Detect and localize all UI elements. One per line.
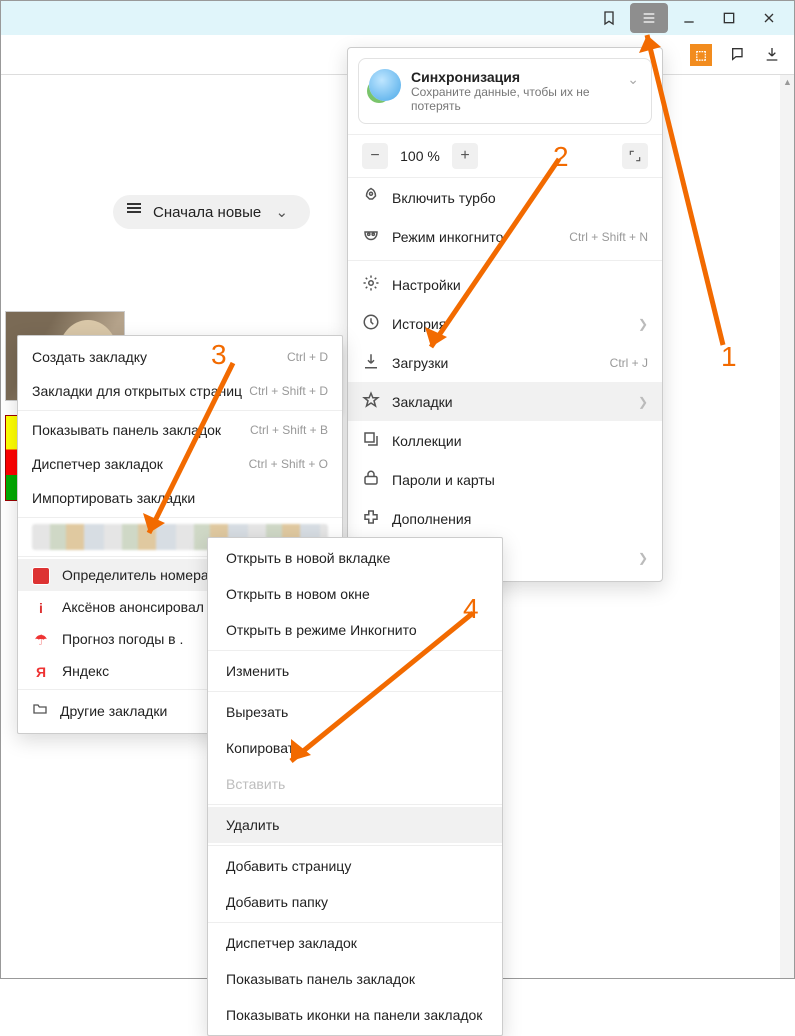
favicon: Я — [32, 663, 50, 681]
ctx-label: Открыть в новой вкладке — [226, 550, 390, 566]
ctx-label: Открыть в новом окне — [226, 586, 370, 602]
chevron-down-icon: ⌄ — [275, 204, 288, 221]
chevron-right-icon: ❯ — [638, 395, 648, 409]
ctx-label: Удалить — [226, 817, 279, 833]
umbrella-icon: ☂ — [32, 631, 50, 649]
star-icon — [362, 391, 380, 412]
gear-icon — [362, 274, 380, 295]
sort-dropdown[interactable]: Сначала новые ⌄ — [113, 195, 310, 229]
menu-key[interactable]: Пароли и карты — [348, 460, 662, 499]
ctx-row[interactable]: Удалить — [208, 807, 502, 843]
ctx-label: Показывать иконки на панели закладок — [226, 1007, 482, 1023]
menu-star[interactable]: Закладки ❯ — [348, 382, 662, 421]
clock-icon — [362, 313, 380, 334]
stack-icon — [362, 430, 380, 451]
downloads-icon[interactable] — [764, 46, 780, 65]
shortcut: Ctrl + Shift + D — [249, 384, 328, 398]
shortcut: Ctrl + J — [610, 356, 648, 370]
folder-icon — [32, 701, 48, 720]
sync-card[interactable]: Синхронизация Сохраните данные, чтобы их… — [358, 58, 652, 124]
shortcut: Ctrl + D — [287, 350, 328, 364]
menu-puzzle[interactable]: Дополнения — [348, 499, 662, 538]
annotation-4: 4 — [463, 593, 479, 625]
ctx-label: Добавить папку — [226, 894, 328, 910]
bookmarks-shortcut-icon[interactable] — [590, 3, 628, 33]
sync-title: Синхронизация — [411, 69, 617, 85]
sort-label: Сначала новые — [153, 204, 261, 221]
menu-label: Дополнения — [392, 511, 648, 527]
favicon — [32, 567, 50, 585]
menu-label: Коллекции — [392, 433, 648, 449]
ctx-row[interactable]: Показывать панель закладок — [208, 961, 502, 997]
window-close-button[interactable] — [750, 3, 788, 33]
chevron-right-icon: ❯ — [638, 551, 648, 565]
menu-label: Закладки — [392, 394, 626, 410]
ctx-row[interactable]: Добавить страницу — [208, 848, 502, 884]
shortcut: Ctrl + Shift + B — [250, 423, 328, 437]
shortcut: Ctrl + Shift + O — [249, 457, 328, 471]
ctx-row[interactable]: Добавить папку — [208, 884, 502, 920]
favicon: i — [32, 599, 50, 617]
ctx-label: Добавить страницу — [226, 858, 351, 874]
puzzle-icon — [362, 508, 380, 529]
ctx-row[interactable]: Диспетчер закладок — [208, 925, 502, 961]
zoom-out-button[interactable]: − — [362, 143, 388, 169]
ctx-label: Вставить — [226, 776, 285, 792]
rocket-icon — [362, 187, 380, 208]
menu-stack[interactable]: Коллекции — [348, 421, 662, 460]
key-icon — [362, 469, 380, 490]
globe-sync-icon — [369, 69, 401, 101]
shortcut: Ctrl + Shift + N — [569, 230, 648, 244]
mask-icon — [362, 226, 380, 247]
ctx-label: Диспетчер закладок — [226, 935, 357, 951]
chevron-down-icon: ⌄ — [627, 71, 639, 88]
menu-label: Пароли и карты — [392, 472, 648, 488]
annotation-2: 2 — [553, 141, 569, 173]
annotation-3: 3 — [211, 339, 227, 371]
vertical-scrollbar[interactable]: ▲ — [780, 75, 794, 978]
download-icon — [362, 352, 380, 373]
sync-subtitle: Сохраните данные, чтобы их не потерять — [411, 85, 617, 113]
ctx-row[interactable]: Показывать иконки на панели закладок — [208, 997, 502, 1033]
ctx-label: Показывать панель закладок — [226, 971, 415, 987]
annotation-1: 1 — [721, 341, 737, 373]
